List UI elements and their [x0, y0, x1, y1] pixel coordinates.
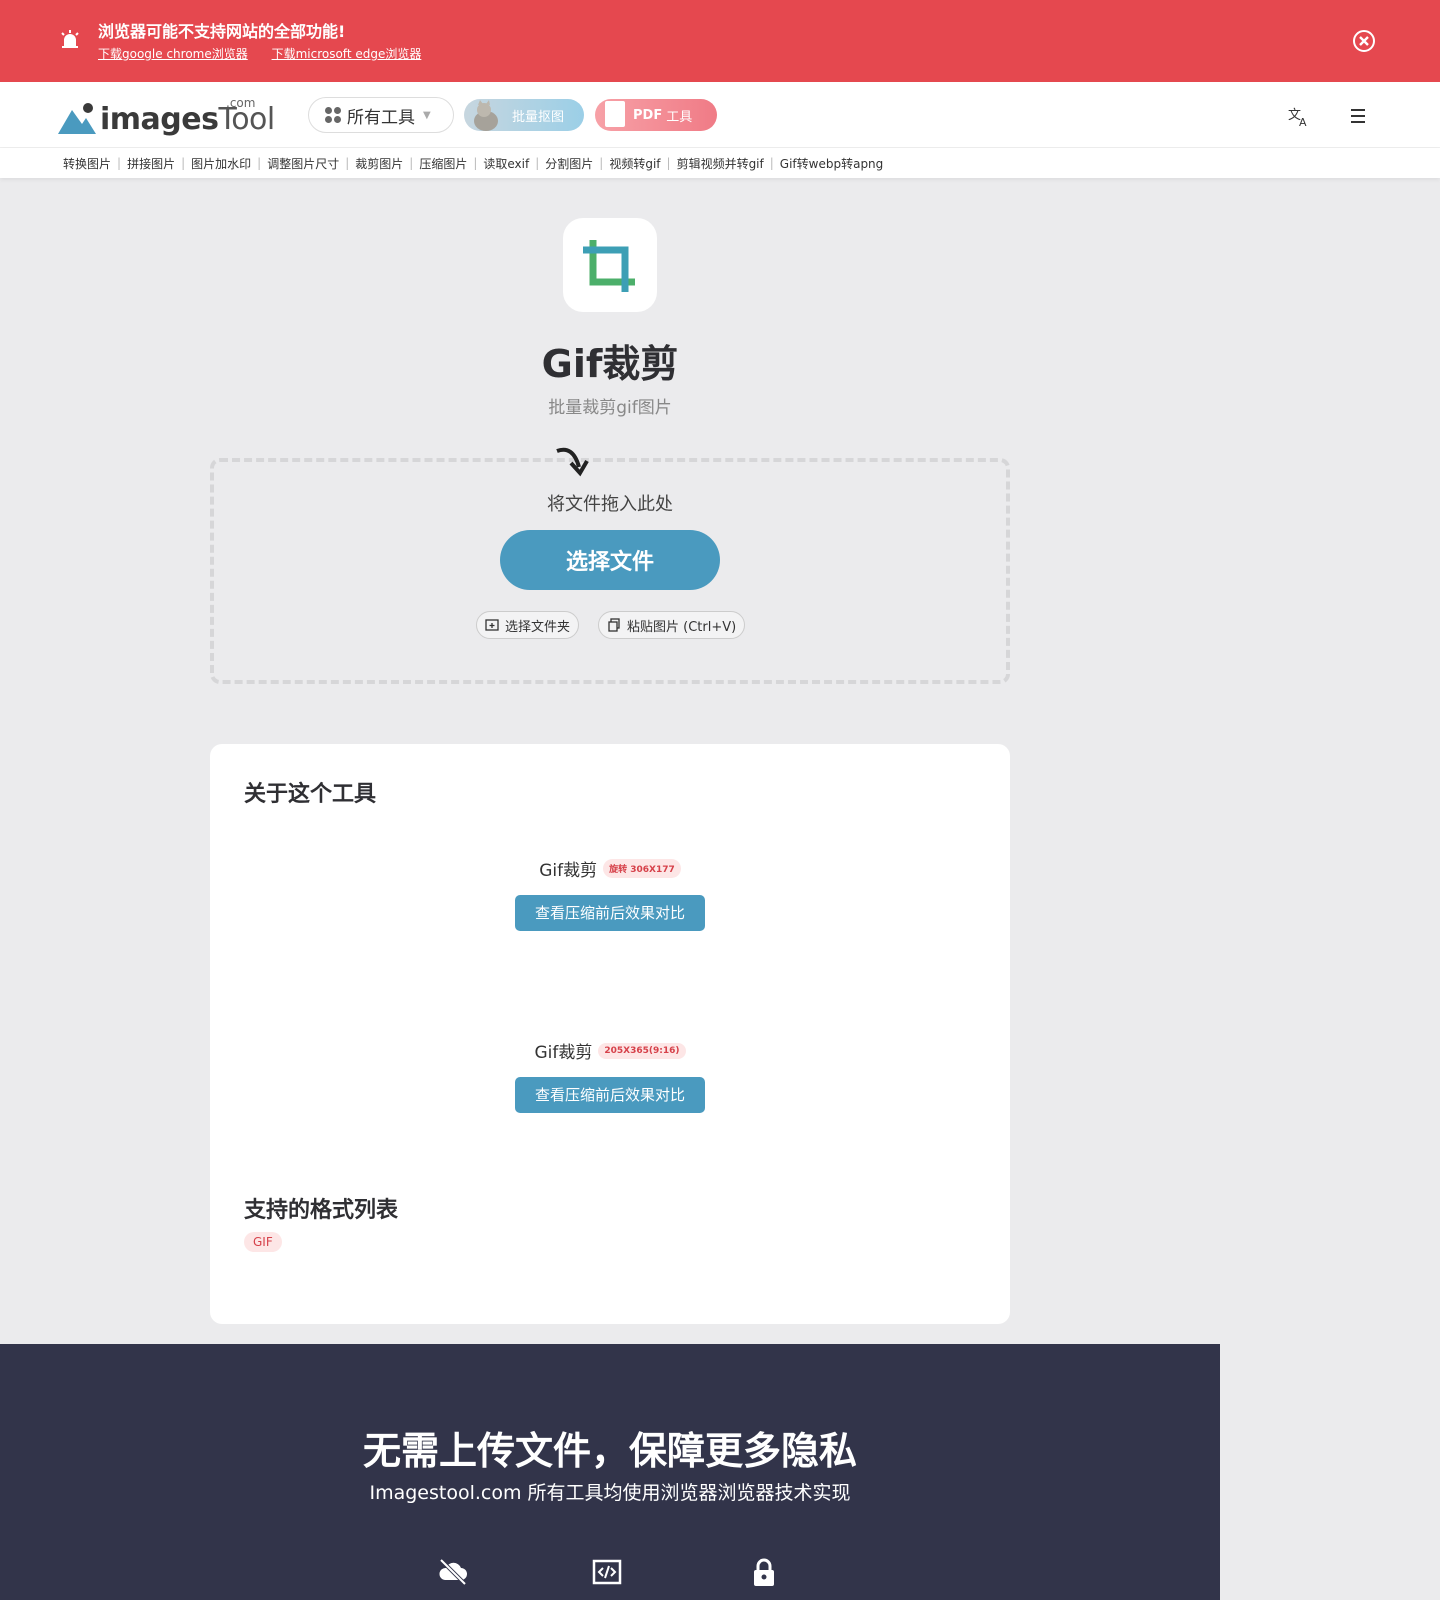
- formats-heading: 支持的格式列表: [244, 1198, 399, 1223]
- cloud-off-icon: [439, 1558, 467, 1586]
- browser-warning-banner: 浏览器可能不支持网站的全部功能! 下载google chrome浏览器 下载mi…: [0, 0, 1440, 82]
- grid-icon: [325, 107, 341, 123]
- site-header: imagesTool .com 所有工具 ▼ 批量抠图 PDF 工具 文 A: [0, 82, 1440, 148]
- about-tool-card: 关于这个工具 Gif裁剪 旋转 306X177 查看压缩前后效果对比 Gif裁剪 2…: [210, 744, 1010, 1324]
- quick-link[interactable]: 拼接图片: [127, 155, 175, 172]
- demo-name: Gif裁剪: [534, 1043, 593, 1063]
- format-badge: GIF: [244, 1232, 282, 1252]
- logo-text: images: [100, 102, 219, 137]
- privacy-subtitle: Imagestool.com 所有工具均使用浏览器浏览器技术实现: [369, 1482, 851, 1504]
- about-heading: 关于这个工具: [244, 782, 377, 807]
- page-subtitle: 批量裁剪gif图片: [548, 398, 672, 418]
- compare-button[interactable]: 查看压缩前后效果对比: [515, 1077, 705, 1113]
- download-edge-link[interactable]: 下载microsoft edge浏览器: [272, 47, 422, 61]
- pdf-tools-button[interactable]: PDF 工具: [595, 99, 717, 131]
- quick-link[interactable]: 读取exif: [483, 155, 529, 172]
- quick-link[interactable]: 视频转gif: [609, 155, 660, 172]
- pdf-label: 工具: [666, 109, 693, 125]
- demo-badge: 205X365(9:16): [598, 1042, 686, 1059]
- batch-cutout-label: 批量抠图: [511, 109, 564, 125]
- privacy-section: 无需上传文件，保障更多隐私 Imagestool.com 所有工具均使用浏览器浏…: [0, 1344, 1220, 1600]
- demo-item: Gif裁剪 旋转 306X177 查看压缩前后效果对比: [210, 856, 1010, 931]
- quick-link[interactable]: 图片加水印: [191, 155, 251, 172]
- demo-item: Gif裁剪 205X365(9:16) 查看压缩前后效果对比: [210, 1038, 1010, 1113]
- mountain-logo-icon: [58, 103, 96, 134]
- quick-link[interactable]: 调整图片尺寸: [267, 155, 339, 172]
- chevron-down-icon: ▼: [423, 109, 431, 121]
- crop-icon: [583, 240, 635, 292]
- compare-button[interactable]: 查看压缩前后效果对比: [515, 895, 705, 931]
- all-tools-label: 所有工具: [347, 107, 415, 128]
- quick-link[interactable]: 剪辑视频并转gif: [677, 155, 764, 172]
- copy-icon: [608, 618, 620, 632]
- warning-title: 浏览器可能不支持网站的全部功能!: [98, 22, 346, 41]
- crop-tool-icon-tile: [563, 218, 657, 312]
- quick-link[interactable]: 裁剪图片: [355, 155, 403, 172]
- curved-arrow-icon: [556, 447, 589, 477]
- site-logo[interactable]: imagesTool .com: [56, 96, 275, 137]
- all-tools-dropdown[interactable]: 所有工具 ▼: [308, 97, 454, 133]
- paste-image-button[interactable]: 粘贴图片 (Ctrl+V): [598, 611, 746, 639]
- quick-link[interactable]: Gif转webp转apng: [780, 155, 883, 172]
- download-chrome-link[interactable]: 下载google chrome浏览器: [98, 47, 248, 61]
- demo-badge: 旋转 306X177: [603, 859, 681, 878]
- quick-link[interactable]: 转换图片: [63, 155, 111, 172]
- choose-folder-label: 选择文件夹: [505, 619, 571, 635]
- pdf-label-bold: PDF: [633, 107, 663, 123]
- page-title: Gif裁剪: [541, 342, 679, 386]
- quick-link[interactable]: 分割图片: [545, 155, 593, 172]
- demo-name: Gif裁剪: [539, 861, 598, 881]
- alarm-icon: [61, 30, 79, 48]
- paste-image-label: 粘贴图片 (Ctrl+V): [627, 619, 737, 635]
- quick-links-bar: 转换图片 | 拼接图片 | 图片加水印 | 调整图片尺寸 | 裁剪图片 | 压缩图片 | 读…: [0, 148, 1440, 178]
- quick-link[interactable]: 压缩图片: [419, 155, 467, 172]
- svg-text:A: A: [1299, 116, 1307, 128]
- close-icon[interactable]: [1352, 29, 1376, 53]
- code-icon: [592, 1559, 622, 1585]
- cat-photo-icon: [474, 100, 498, 131]
- logo-suffix: .com: [226, 96, 256, 110]
- choose-file-button[interactable]: 选择文件: [500, 530, 720, 590]
- translate-icon[interactable]: 文 A: [1287, 104, 1311, 128]
- privacy-title: 无需上传文件，保障更多隐私: [362, 1429, 857, 1473]
- folder-plus-icon: [485, 619, 499, 631]
- drop-hint: 将文件拖入此处: [547, 494, 673, 515]
- batch-cutout-button[interactable]: 批量抠图: [464, 99, 584, 131]
- menu-icon[interactable]: [1346, 104, 1370, 128]
- pdf-file-icon: [605, 101, 625, 127]
- choose-folder-button[interactable]: 选择文件夹: [476, 611, 580, 639]
- lock-icon: [754, 1558, 774, 1586]
